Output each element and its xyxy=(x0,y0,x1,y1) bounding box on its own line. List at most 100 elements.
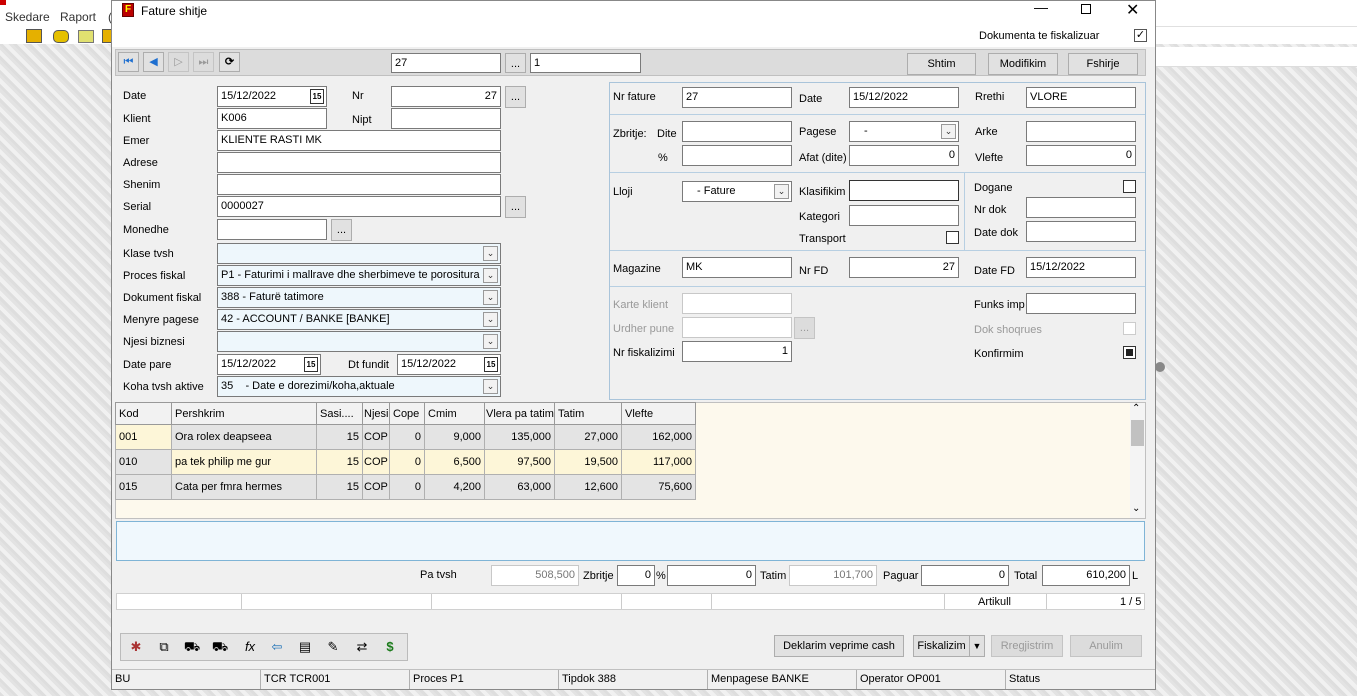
calendar-icon[interactable]: 15 xyxy=(484,357,498,372)
record-count-field[interactable]: 1 xyxy=(530,53,641,73)
funks-imp-field[interactable] xyxy=(1026,293,1136,314)
arke-field[interactable] xyxy=(1026,121,1136,142)
close-icon[interactable]: ✕ xyxy=(1126,0,1139,20)
record-lookup-button[interactable]: ... xyxy=(505,53,526,73)
serial-lookup-button[interactable]: ... xyxy=(505,196,526,218)
fiscal-checkbox[interactable]: ✓ xyxy=(1134,29,1147,42)
add-button[interactable]: Shtim xyxy=(907,53,976,75)
prev-record-button[interactable]: ◀ xyxy=(143,52,164,72)
monedhe-field[interactable] xyxy=(217,219,327,240)
table-row[interactable]: 001 Ora rolex deapseea 15 COP 0 9,000 13… xyxy=(115,424,696,450)
scroll-up-icon[interactable]: ⌃ xyxy=(1132,403,1140,414)
date-dok-field[interactable] xyxy=(1026,221,1136,242)
nipt-field[interactable] xyxy=(391,108,501,129)
menu-skedare[interactable]: Skedare xyxy=(5,10,50,24)
cart-icon[interactable] xyxy=(78,30,94,43)
edit-note-icon[interactable]: ✎ xyxy=(323,637,343,657)
cell-njesi[interactable]: COP xyxy=(362,424,390,450)
truck-icon[interactable]: ⛟ xyxy=(210,637,230,657)
col-sasi[interactable]: Sasi.... xyxy=(316,402,363,425)
chevron-down-icon[interactable]: ⌄ xyxy=(774,184,789,199)
col-kod[interactable]: Kod xyxy=(115,402,172,425)
cell-vlera[interactable]: 135,000 xyxy=(484,424,555,450)
fiskalizim-button[interactable]: Fiskalizim xyxy=(913,635,970,657)
zbritje-pct-total-field[interactable]: 0 xyxy=(617,565,655,586)
calendar-icon[interactable]: 15 xyxy=(304,357,318,372)
urdher-lookup-button[interactable]: ... xyxy=(794,317,815,339)
anulim-button[interactable]: Anulim xyxy=(1070,635,1142,657)
col-cmim[interactable]: Cmim xyxy=(424,402,485,425)
cell-cmim[interactable]: 4,200 xyxy=(424,474,485,500)
transport-checkbox[interactable] xyxy=(946,231,959,244)
magazine-field[interactable]: MK xyxy=(682,257,792,278)
cell-kod[interactable]: 001 xyxy=(115,424,172,450)
refresh-button[interactable]: ⟳ xyxy=(219,52,240,72)
cell-sasi[interactable]: 15 xyxy=(316,424,363,450)
menyre-pagese-select[interactable]: 42 - ACCOUNT / BANKE [BANKE] ⌄ xyxy=(217,309,501,330)
notes-box[interactable] xyxy=(116,521,1145,561)
chevron-down-icon[interactable]: ⌄ xyxy=(941,124,956,139)
zbritje-dite-field[interactable] xyxy=(682,121,792,142)
cell-vlefte[interactable]: 75,600 xyxy=(621,474,696,500)
koha-tvsh-select[interactable]: 35 - Date e dorezimi/koha,aktuale ⌄ xyxy=(217,376,501,397)
pagese-select[interactable]: - ⌄ xyxy=(849,121,959,142)
right-date-field[interactable]: 15/12/2022 xyxy=(849,87,959,108)
cell-pershkrim[interactable]: pa tek philip me gur xyxy=(171,449,317,475)
chevron-down-icon[interactable]: ⌄ xyxy=(483,312,498,327)
dok-shoqrues-checkbox[interactable] xyxy=(1123,322,1136,335)
serial-field[interactable]: 0000027 xyxy=(217,196,501,217)
adrese-field[interactable] xyxy=(217,152,501,173)
nr-lookup-button[interactable]: ... xyxy=(505,86,526,108)
maximize-icon[interactable] xyxy=(1081,4,1091,14)
edit-button[interactable]: Modifikim xyxy=(988,53,1058,75)
konfirmim-checkbox[interactable] xyxy=(1123,346,1136,359)
nr-fd-field[interactable]: 27 xyxy=(849,257,959,278)
nr-dok-field[interactable] xyxy=(1026,197,1136,218)
scroll-thumb[interactable] xyxy=(1131,420,1144,446)
urdher-pune-field[interactable] xyxy=(682,317,792,338)
date-fd-field[interactable]: 15/12/2022 xyxy=(1026,257,1136,278)
cell-njesi[interactable]: COP xyxy=(362,474,390,500)
fiskalizim-dropdown-button[interactable]: ▼ xyxy=(969,635,985,657)
col-pershkrim[interactable]: Pershkrim xyxy=(171,402,317,425)
cell-tatim[interactable]: 27,000 xyxy=(554,424,622,450)
monedhe-lookup-button[interactable]: ... xyxy=(331,219,352,241)
njesi-biznesi-select[interactable]: ⌄ xyxy=(217,331,501,352)
next-record-button[interactable]: ▷ xyxy=(168,52,189,72)
cell-kod[interactable]: 015 xyxy=(115,474,172,500)
menu-raport[interactable]: Raport xyxy=(60,10,96,24)
deklarim-cash-button[interactable]: Deklarim veprime cash xyxy=(774,635,904,657)
col-vlefte[interactable]: Vlefte xyxy=(621,402,696,425)
chevron-down-icon[interactable]: ⌄ xyxy=(483,334,498,349)
dokument-fiskal-select[interactable]: 388 - Faturë tatimore ⌄ xyxy=(217,287,501,308)
stack-icon[interactable]: ▤ xyxy=(295,637,315,657)
cell-kod[interactable]: 010 xyxy=(115,449,172,475)
kategori-field[interactable] xyxy=(849,205,959,226)
cell-njesi[interactable]: COP xyxy=(362,449,390,475)
cell-vlefte[interactable]: 162,000 xyxy=(621,424,696,450)
record-number-field[interactable]: 27 xyxy=(391,53,501,73)
klase-tvsh-select[interactable]: ⌄ xyxy=(217,243,501,264)
zbritje-pct-field[interactable] xyxy=(682,145,792,166)
car-icon[interactable] xyxy=(53,30,69,43)
date-pare-field[interactable]: 15/12/2022 15 xyxy=(217,354,321,375)
paguar-field[interactable]: 0 xyxy=(921,565,1009,586)
col-vlera[interactable]: Vlera pa tatim xyxy=(484,402,555,425)
col-njesi[interactable]: Njesi xyxy=(362,402,390,425)
cell-tatim[interactable]: 19,500 xyxy=(554,449,622,475)
klasifikim-field[interactable] xyxy=(849,180,959,201)
chevron-down-icon[interactable]: ⌄ xyxy=(483,268,498,283)
delete-button[interactable]: Fshirje xyxy=(1068,53,1138,75)
copy-icon[interactable]: ⧉ xyxy=(154,637,174,657)
zbritje-val-field[interactable]: 0 xyxy=(667,565,756,586)
transfer-icon[interactable]: ⇄ xyxy=(352,637,372,657)
table-row[interactable]: 015 Cata per fmra hermes 15 COP 0 4,200 … xyxy=(115,474,696,500)
cell-cope[interactable]: 0 xyxy=(389,474,425,500)
nr-fiskalizimi-field[interactable]: 1 xyxy=(682,341,792,362)
chevron-down-icon[interactable]: ⌄ xyxy=(483,246,498,261)
cell-cope[interactable]: 0 xyxy=(389,424,425,450)
rrethi-field[interactable]: VLORE xyxy=(1026,87,1136,108)
cell-sasi[interactable]: 15 xyxy=(316,474,363,500)
col-tatim[interactable]: Tatim xyxy=(554,402,622,425)
first-record-button[interactable]: ⏮ xyxy=(118,52,139,72)
